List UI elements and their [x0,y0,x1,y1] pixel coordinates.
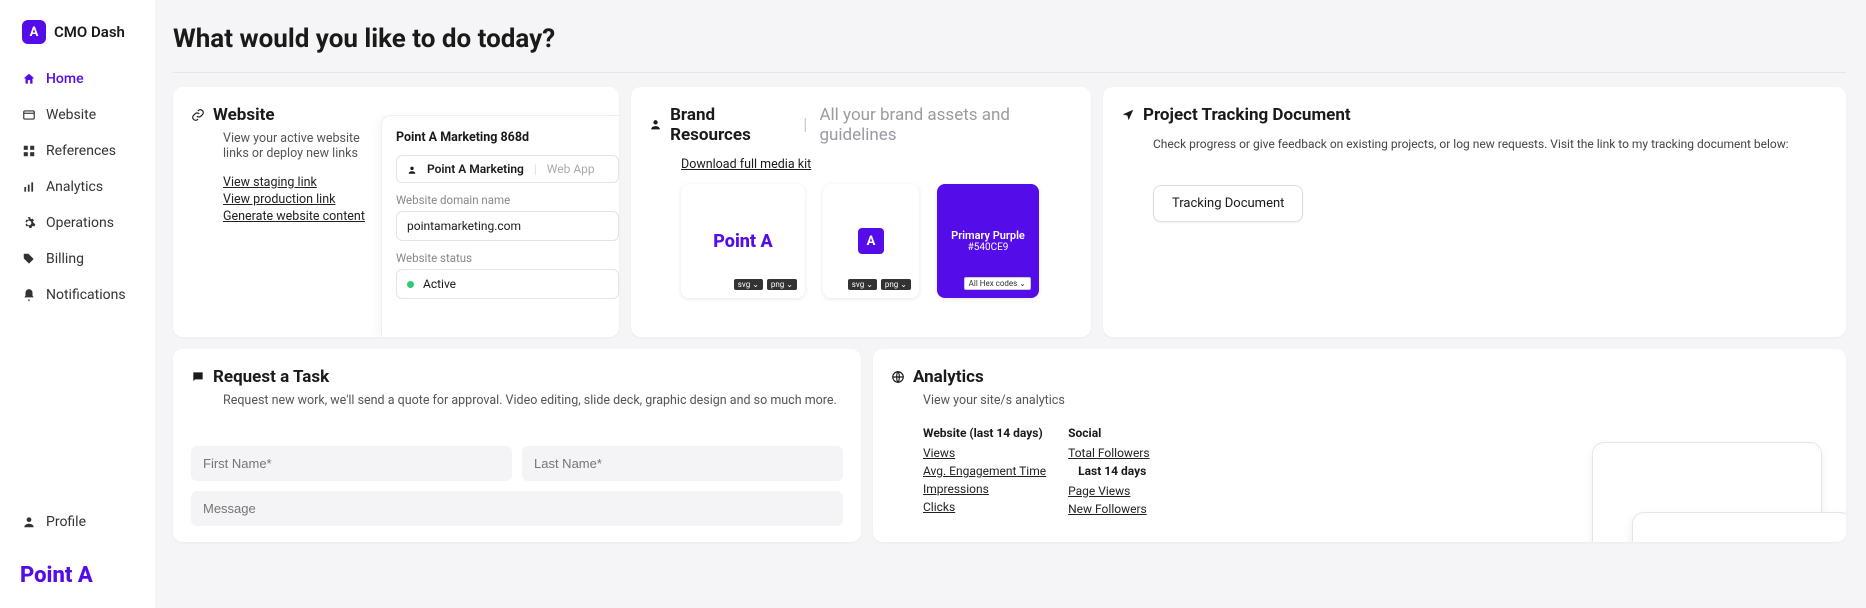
sidebar-item-website[interactable]: Website [10,98,145,132]
card-brand: Brand Resources | All your brand assets … [631,87,1091,337]
grid-icon [22,144,36,158]
color-name: Primary Purple [951,229,1025,242]
preview-company: Point A Marketing [427,162,524,176]
sidebar-item-label: Analytics [46,179,103,195]
badge-png[interactable]: png ⌄ [881,279,911,290]
asset-logo-text[interactable]: Point A svg ⌄ png ⌄ [681,184,805,298]
logo-text: Point A [713,231,772,252]
card-subtitle: Request new work, we'll send a quote for… [223,393,843,408]
color-hex: #540CE9 [968,242,1009,253]
first-name-input[interactable] [191,446,512,481]
link-views[interactable]: Views [923,446,1046,460]
sidebar: A CMO Dash Home Website References Analy… [0,0,155,608]
card-subtitle: View your site/s analytics [923,393,1828,408]
window-icon [22,108,36,122]
preview-company-row: Point A Marketing | Web App [396,155,619,183]
card-website: Website View your active website links o… [173,87,619,337]
asset-primary-color[interactable]: Primary Purple #540CE9 All Hex codes ⌄ [937,184,1039,298]
message-input[interactable] [191,491,843,526]
last-name-input[interactable] [522,446,843,481]
sidebar-item-analytics[interactable]: Analytics [10,170,145,204]
user-icon [407,164,417,174]
sidebar-item-label: Operations [46,215,114,231]
asset-logo-mark[interactable]: A svg ⌄ png ⌄ [823,184,919,298]
sidebar-item-notifications[interactable]: Notifications [10,278,145,312]
page-title: What would you like to do today? [173,14,1846,73]
sidebar-item-label: Billing [46,251,84,267]
point-a-logo: Point A [0,553,155,588]
status-value: Active [423,277,456,291]
social-col-heading: Social [1068,426,1149,440]
sidebar-item-operations[interactable]: Operations [10,206,145,240]
logo-mark-icon: A [858,228,884,254]
badge-png[interactable]: png ⌄ [767,279,797,290]
tracking-document-button[interactable]: Tracking Document [1153,185,1303,222]
brand-label: CMO Dash [54,23,125,41]
link-page-views[interactable]: Page Views [1068,484,1149,498]
sidebar-item-billing[interactable]: Billing [10,242,145,276]
tag-icon [22,252,36,266]
status-value-box: Active [396,269,619,299]
chat-icon [191,370,205,384]
website-preview: Point A Marketing 868d Point A Marketing… [381,115,619,337]
domain-value: pointamarketing.com [396,211,619,241]
link-clicks[interactable]: Clicks [923,500,1046,514]
card-hint: All your brand assets and guidelines [819,105,1073,145]
card-tracking: Project Tracking Document Check progress… [1103,87,1846,337]
sidebar-nav: Home Website References Analytics Operat… [0,62,155,505]
user-icon [649,118,662,132]
link-view-production[interactable]: View production link [223,192,381,207]
main: What would you like to do today? Website… [155,0,1866,608]
sidebar-item-label: Notifications [46,287,126,303]
domain-label: Website domain name [396,193,619,207]
status-label: Website status [396,251,619,265]
card-title: Website [213,105,275,125]
badge-svg[interactable]: svg ⌄ [848,279,877,290]
card-analytics: Analytics View your site/s analytics Web… [873,349,1846,542]
home-icon [22,72,36,86]
preview-type: Web App [547,162,595,176]
link-download-media-kit[interactable]: Download full media kit [681,157,1073,172]
brand-row: A CMO Dash [0,20,155,62]
sidebar-item-label: References [46,143,116,159]
sidebar-item-label: Profile [46,514,86,530]
brand-badge-icon: A [22,20,46,44]
bell-icon [22,288,36,302]
link-impressions[interactable]: Impressions [923,482,1046,496]
gear-icon [22,216,36,230]
tracking-text: Check progress or give feedback on exist… [1153,135,1828,153]
card-title: Project Tracking Document [1143,105,1351,125]
card-title: Analytics [913,367,984,387]
link-view-staging[interactable]: View staging link [223,175,381,190]
arrow-icon [1121,108,1135,122]
sidebar-item-label: Home [46,71,84,87]
sidebar-bottom: Profile [0,505,155,553]
card-request-task: Request a Task Request new work, we'll s… [173,349,861,542]
link-total-followers[interactable]: Total Followers [1068,446,1149,460]
link-avg-engagement[interactable]: Avg. Engagement Time [923,464,1046,478]
website-col-heading: Website (last 14 days) [923,426,1046,440]
card-title: Brand Resources [670,105,791,145]
badge-all-hex[interactable]: All Hex codes ⌄ [964,277,1031,290]
link-icon [191,108,205,122]
sidebar-item-references[interactable]: References [10,134,145,168]
card-title: Request a Task [213,367,329,387]
chart-icon [22,180,36,194]
status-dot-icon [407,281,414,288]
user-icon [22,515,36,529]
globe-icon [891,370,905,384]
sidebar-item-profile[interactable]: Profile [10,505,145,539]
last-14-heading: Last 14 days [1078,464,1149,478]
analytics-illustration [1592,442,1822,542]
preview-heading: Point A Marketing 868d [396,130,619,145]
sidebar-item-home[interactable]: Home [10,62,145,96]
link-new-followers[interactable]: New Followers [1068,502,1149,516]
sidebar-item-label: Website [46,107,96,123]
card-subtitle: View your active website links or deploy… [223,131,381,161]
link-generate-content[interactable]: Generate website content [223,209,381,224]
badge-svg[interactable]: svg ⌄ [734,279,763,290]
